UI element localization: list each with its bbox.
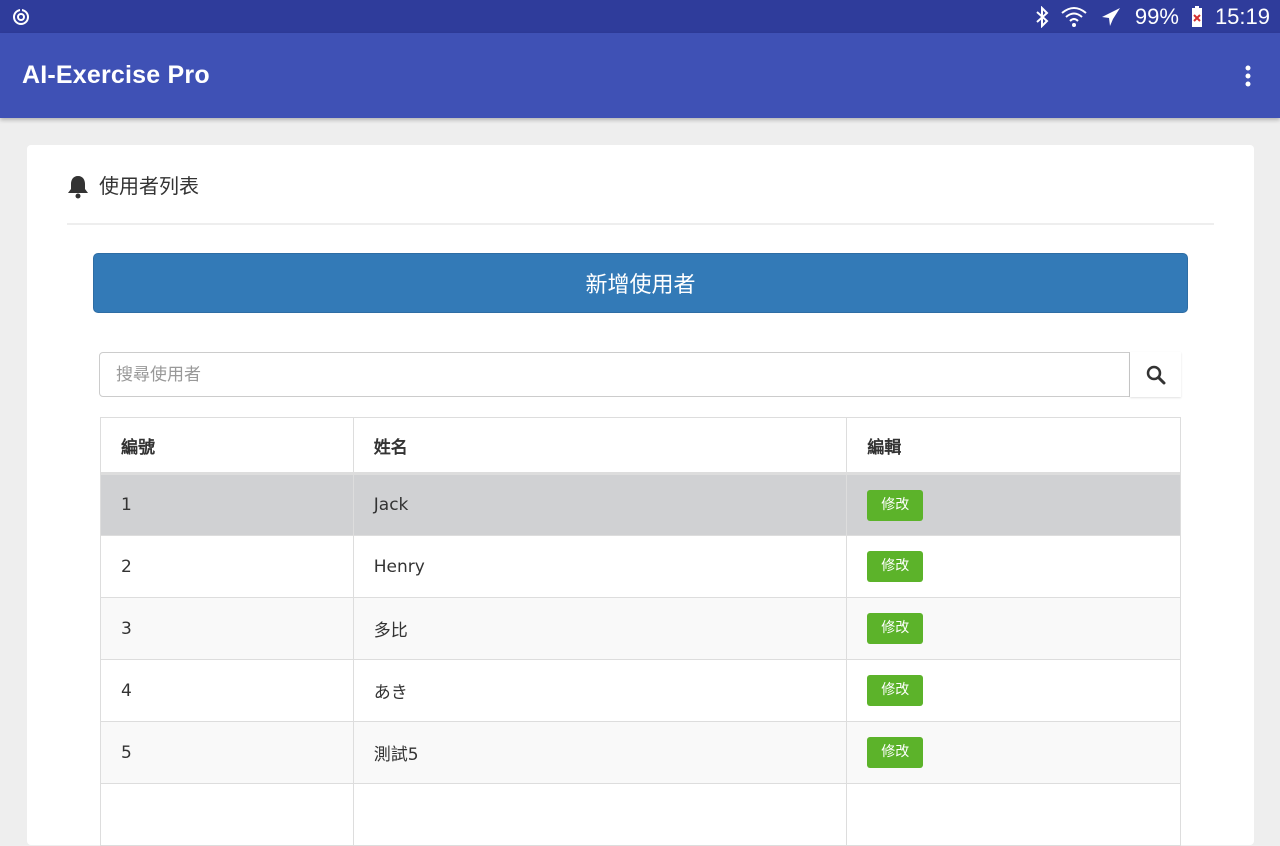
cell-id: 1 — [100, 473, 354, 536]
more-vert-icon — [1245, 65, 1251, 86]
cell-name: Jack — [352, 473, 848, 536]
column-header-id: 編號 — [100, 417, 354, 475]
bell-icon — [67, 175, 89, 203]
sync-icon — [12, 7, 30, 26]
bluetooth-icon — [1035, 5, 1049, 28]
cell-empty — [100, 783, 354, 846]
cell-empty — [352, 783, 848, 846]
edit-button[interactable]: 修改 — [867, 613, 924, 644]
column-header-name: 姓名 — [352, 417, 848, 475]
cell-name: 測試5 — [352, 721, 848, 784]
search-icon — [1146, 365, 1165, 384]
edit-button[interactable]: 修改 — [867, 551, 924, 582]
cell-edit: 修改 — [846, 597, 1181, 660]
cell-name: あき — [352, 659, 848, 722]
overflow-menu-button[interactable] — [1238, 56, 1258, 96]
search-bar — [99, 352, 1181, 397]
wifi-icon — [1061, 5, 1087, 29]
cell-empty — [846, 783, 1181, 846]
cell-edit: 修改 — [846, 659, 1181, 722]
search-input[interactable] — [99, 352, 1130, 397]
table-header-row: 編號 姓名 編輯 — [100, 417, 1181, 475]
table-row[interactable]: 1 Jack 修改 — [100, 473, 1181, 536]
cell-edit: 修改 — [846, 721, 1181, 784]
cell-edit: 修改 — [846, 473, 1181, 536]
status-bar: 99% 15:19 — [0, 0, 1280, 33]
battery-icon — [1191, 5, 1203, 28]
search-button[interactable] — [1130, 352, 1181, 397]
cell-id: 3 — [100, 597, 354, 660]
card-title: 使用者列表 — [99, 174, 199, 198]
cell-id: 2 — [100, 535, 354, 598]
cell-name: Henry — [352, 535, 848, 598]
clock: 15:19 — [1214, 3, 1270, 29]
edit-button[interactable]: 修改 — [867, 489, 924, 521]
card-header: 使用者列表 — [67, 173, 1214, 225]
cell-id: 5 — [100, 721, 354, 784]
table-row-partial — [100, 783, 1181, 846]
edit-button[interactable]: 修改 — [867, 675, 924, 706]
airplane-mode-icon — [1099, 5, 1123, 29]
add-user-button[interactable]: 新增使用者 — [93, 253, 1188, 313]
cell-edit: 修改 — [846, 535, 1181, 598]
cell-name: 多比 — [352, 597, 848, 660]
users-table: 編號 姓名 編輯 1 Jack 修改 2 Henry 修改 3 多比 修改 4 … — [100, 417, 1181, 846]
table-row[interactable]: 5 測試5 修改 — [100, 721, 1181, 784]
cell-id: 4 — [100, 659, 354, 722]
app-title: AI-Exercise Pro — [22, 61, 210, 89]
table-row[interactable]: 3 多比 修改 — [100, 597, 1181, 660]
user-list-card: 使用者列表 新增使用者 編號 姓名 編輯 1 Jack 修改 — [27, 145, 1254, 846]
app-bar: AI-Exercise Pro — [0, 33, 1280, 118]
edit-button[interactable]: 修改 — [867, 737, 924, 768]
column-header-edit: 編輯 — [846, 417, 1181, 475]
table-row[interactable]: 2 Henry 修改 — [100, 535, 1181, 598]
battery-percent: 99% — [1134, 3, 1179, 29]
table-row[interactable]: 4 あき 修改 — [100, 659, 1181, 722]
